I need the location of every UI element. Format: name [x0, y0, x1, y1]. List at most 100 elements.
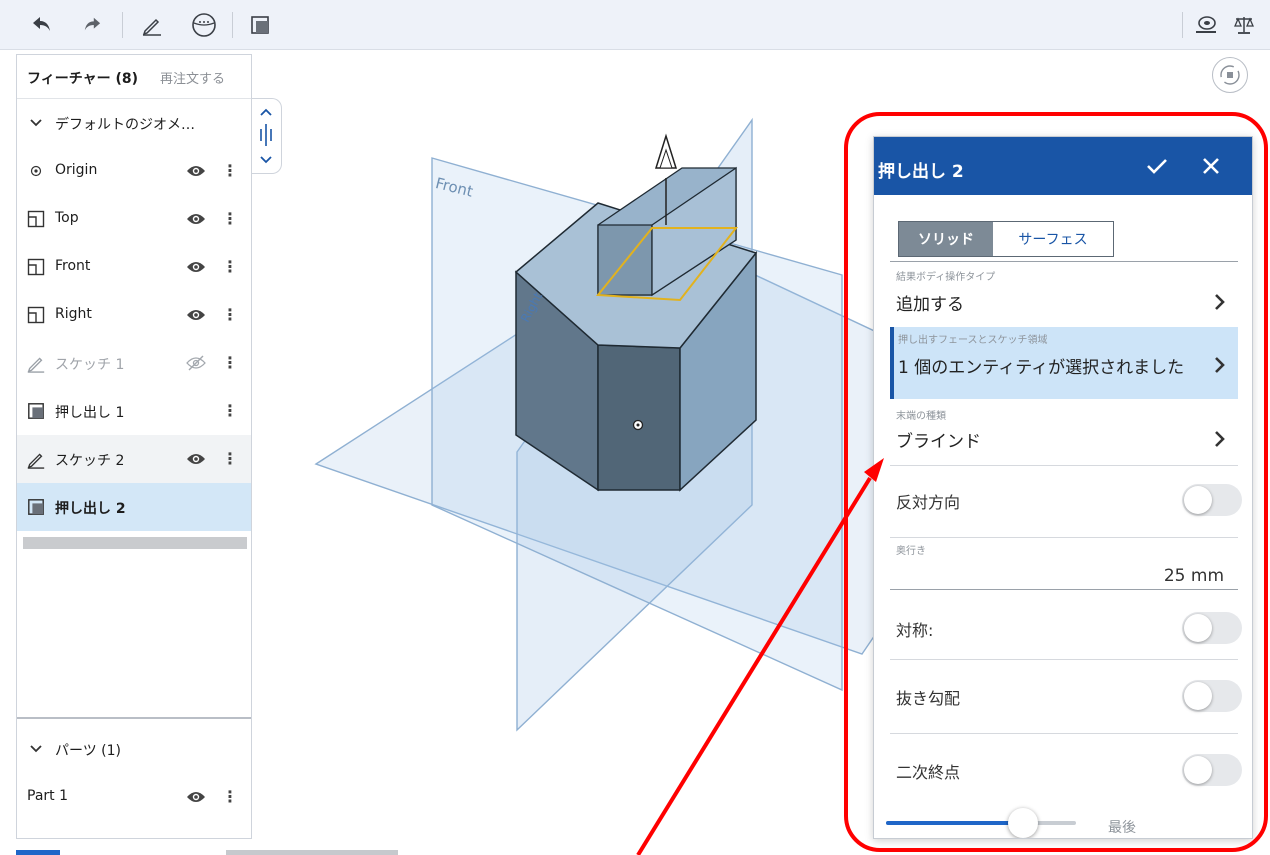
feature-item-right[interactable]: Right ⋮ — [17, 291, 251, 339]
opposite-direction-toggle[interactable] — [1182, 484, 1242, 516]
end-type-caption: 末端の種類 — [896, 411, 946, 422]
part-item-label: Part 1 — [27, 788, 68, 804]
toolbar-separator — [1182, 12, 1183, 38]
chevron-right-icon[interactable] — [1212, 355, 1228, 375]
sketch-icon — [25, 352, 47, 374]
feature-list-header: フィーチャー (8) 再注文する — [17, 55, 251, 99]
eye-hidden-icon[interactable] — [184, 352, 208, 374]
end-type-field[interactable]: 末端の種類 ブラインド — [890, 403, 1238, 463]
faces-value: 1 個のエンティティが選択されました — [898, 358, 1185, 378]
sketch-icon — [25, 448, 47, 470]
toolbar-separator — [122, 12, 123, 38]
chevron-right-icon[interactable] — [1212, 292, 1228, 312]
chevron-down-icon[interactable] — [25, 112, 47, 134]
draft-row: 抜き勾配 — [890, 665, 1242, 725]
chevron-down-icon[interactable] — [25, 738, 47, 760]
part-item[interactable]: Part 1 ⋮ — [17, 773, 251, 821]
feature-item-extrude-2[interactable]: 押し出し 2 — [17, 483, 251, 531]
chevron-right-icon[interactable] — [1212, 429, 1228, 449]
plane-icon — [25, 256, 47, 278]
feature-item-sketch-2[interactable]: スケッチ 2 ⋮ — [17, 435, 251, 483]
second-end-label: 二次終点 — [896, 763, 961, 782]
eye-icon[interactable] — [184, 208, 208, 230]
field-divider — [890, 589, 1238, 590]
measure-tape-icon[interactable] — [1190, 9, 1222, 41]
eye-icon[interactable] — [184, 448, 208, 470]
confirm-check-icon[interactable] — [1142, 151, 1172, 181]
plane-icon[interactable] — [188, 9, 220, 41]
sketch-pencil-icon[interactable] — [136, 9, 168, 41]
dialog-title: 押し出し 2 — [878, 162, 964, 182]
parts-header-label: パーツ (1) — [55, 743, 122, 759]
extrude-dialog: 押し出し 2 ソリッド サーフェス 結果ボディ操作タイプ 追加する 押し出すフェ… — [873, 136, 1253, 839]
surface-tab[interactable]: サーフェス — [993, 222, 1113, 256]
depth-field[interactable]: 奥行き 25 mm — [890, 540, 1238, 592]
eye-icon[interactable] — [184, 256, 208, 278]
close-icon[interactable] — [1196, 151, 1226, 181]
feature-item-label: 押し出し 1 — [55, 405, 125, 421]
feature-item-front[interactable]: Front ⋮ — [17, 243, 251, 291]
default-geometry-group[interactable]: デフォルトのジオメ… — [17, 99, 251, 147]
panel-collapse-tab[interactable] — [252, 98, 282, 174]
more-options-icon[interactable]: ⋮ — [222, 255, 238, 279]
second-end-toggle[interactable] — [1182, 754, 1242, 786]
symmetric-label: 対称: — [896, 621, 934, 640]
view-orientation-button[interactable] — [1212, 57, 1248, 93]
extrude-icon[interactable] — [244, 9, 276, 41]
body-front-face[interactable] — [597, 344, 681, 491]
end-type-value: ブラインド — [896, 432, 981, 452]
parts-divider — [17, 717, 251, 719]
dialog-header: 押し出し 2 — [874, 137, 1252, 195]
feature-item-label: Right — [55, 306, 92, 322]
more-options-icon[interactable]: ⋮ — [222, 785, 238, 809]
default-geometry-label: デフォルトのジオメ… — [55, 117, 195, 133]
rollback-bar[interactable] — [23, 537, 247, 549]
field-divider — [890, 261, 1238, 262]
more-options-icon[interactable]: ⋮ — [222, 303, 238, 327]
feature-item-top[interactable]: Top ⋮ — [17, 195, 251, 243]
undo-icon[interactable] — [26, 9, 58, 41]
feature-item-label: スケッチ 2 — [55, 453, 125, 469]
bottom-tab-indicator[interactable] — [16, 850, 60, 855]
faces-and-regions-field[interactable]: 押し出すフェースとスケッチ領域 1 個のエンティティが選択されました — [890, 327, 1238, 399]
history-slider-label: 最後 — [1108, 820, 1136, 836]
faces-caption: 押し出すフェースとスケッチ領域 — [898, 335, 1048, 346]
depth-caption: 奥行き — [896, 546, 926, 557]
mass-properties-icon[interactable] — [1228, 9, 1260, 41]
feature-item-origin[interactable]: Origin ⋮ — [17, 147, 251, 195]
field-divider — [890, 537, 1238, 538]
toolbar-separator — [232, 12, 233, 38]
feature-item-label: 押し出し 2 — [55, 501, 126, 517]
more-options-icon[interactable]: ⋮ — [222, 447, 238, 471]
top-toolbar — [0, 0, 1270, 50]
symmetric-toggle[interactable] — [1182, 612, 1242, 644]
feature-list-title: フィーチャー (8) — [27, 71, 138, 87]
depth-value-input[interactable]: 25 mm — [1164, 566, 1224, 586]
redo-icon[interactable] — [76, 9, 108, 41]
more-options-icon[interactable]: ⋮ — [222, 207, 238, 231]
draft-toggle[interactable] — [1182, 680, 1242, 712]
solid-tab[interactable]: ソリッド — [899, 222, 993, 256]
operation-type-field[interactable]: 結果ボディ操作タイプ 追加する — [890, 264, 1238, 324]
more-options-icon[interactable]: ⋮ — [222, 159, 238, 183]
draft-label: 抜き勾配 — [896, 689, 961, 708]
parts-group[interactable]: パーツ (1) — [17, 725, 251, 773]
feature-item-extrude-1[interactable]: 押し出し 1 ⋮ — [17, 387, 251, 435]
eye-icon[interactable] — [184, 160, 208, 182]
more-options-icon[interactable]: ⋮ — [222, 399, 238, 423]
opposite-direction-row: 反対方向 — [890, 469, 1242, 529]
more-options-icon[interactable]: ⋮ — [222, 351, 238, 375]
feature-item-sketch-1[interactable]: スケッチ 1 ⋮ — [17, 339, 251, 387]
extrude-icon — [25, 400, 47, 422]
feature-item-label: Top — [55, 210, 79, 226]
bottom-scrollbar[interactable] — [226, 850, 398, 855]
plane-icon — [25, 304, 47, 326]
origin-icon — [25, 160, 47, 182]
history-slider-knob[interactable] — [1007, 808, 1038, 838]
history-slider-fill — [886, 821, 1023, 825]
eye-icon[interactable] — [184, 786, 208, 808]
eye-icon[interactable] — [184, 304, 208, 326]
app-root: { "toolbar": { "undo_icon": "undo-icon",… — [0, 0, 1270, 855]
reorder-link[interactable]: 再注文する — [160, 68, 225, 87]
field-divider — [890, 659, 1238, 660]
